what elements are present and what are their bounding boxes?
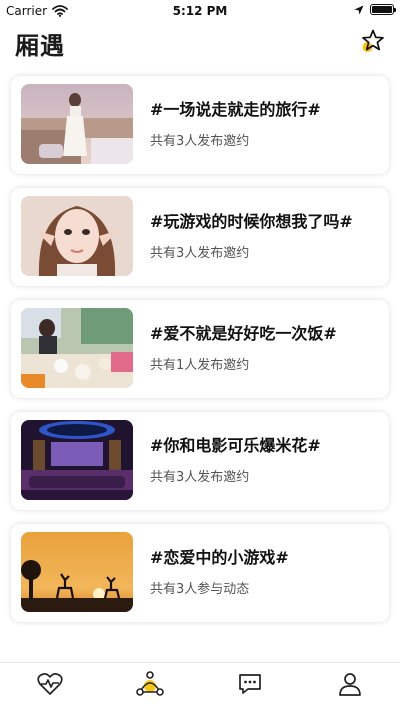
header: 厢遇 [0, 22, 400, 66]
status-right [354, 4, 396, 15]
topic-title: #一场说走就走的旅行# [150, 100, 321, 119]
girl-portrait-photo [21, 196, 133, 276]
topic-list: #一场说走就走的旅行# 共有3人发布邀约 #玩游戏的时候你想我了吗# 共有3人发… [11, 76, 389, 636]
cinema-room-photo [21, 420, 133, 500]
topic-card[interactable]: #你和电影可乐爆米花# 共有3人发布邀约 [11, 412, 389, 510]
topic-card[interactable]: #一场说走就走的旅行# 共有3人发布邀约 [11, 76, 389, 174]
topic-title: #恋爱中的小游戏# [150, 548, 289, 567]
travel-photo [21, 84, 133, 164]
topic-card[interactable]: #恋爱中的小游戏# 共有3人参与动态 [11, 524, 389, 622]
profile-icon [339, 673, 361, 696]
page-title: 厢遇 [15, 32, 65, 60]
topic-title: #你和电影可乐爆米花# [150, 436, 321, 455]
star-icon [362, 29, 384, 52]
tab-profile[interactable] [335, 669, 365, 699]
topic-subtitle: 共有3人发布邀约 [150, 134, 250, 149]
topic-subtitle: 共有1人发布邀约 [150, 358, 250, 373]
tab-messages[interactable] [235, 669, 265, 699]
dining-photo [21, 308, 133, 388]
battery-icon [370, 4, 396, 15]
topic-subtitle: 共有3人发布邀约 [150, 246, 250, 261]
status-bar: Carrier 5:12 PM [0, 0, 400, 22]
chat-icon [239, 674, 261, 694]
topic-title: #玩游戏的时候你想我了吗# [150, 212, 353, 231]
heart-pulse-icon [37, 673, 63, 695]
topic-subtitle: 共有3人发布邀约 [150, 470, 250, 485]
tab-topics[interactable] [135, 669, 165, 699]
favorites-button[interactable] [360, 28, 386, 54]
topic-card[interactable]: #玩游戏的时候你想我了吗# 共有3人发布邀约 [11, 188, 389, 286]
sunset-deer-photo [21, 532, 133, 612]
topic-card[interactable]: #爱不就是好好吃一次饭# 共有1人发布邀约 [11, 300, 389, 398]
group-icon [136, 671, 164, 696]
tab-match[interactable] [35, 669, 65, 699]
tab-bar [0, 662, 400, 710]
status-time: 5:12 PM [172, 4, 228, 18]
topic-title: #爱不就是好好吃一次饭# [150, 324, 337, 343]
topic-subtitle: 共有3人参与动态 [150, 582, 250, 597]
location-arrow-icon [354, 5, 364, 14]
